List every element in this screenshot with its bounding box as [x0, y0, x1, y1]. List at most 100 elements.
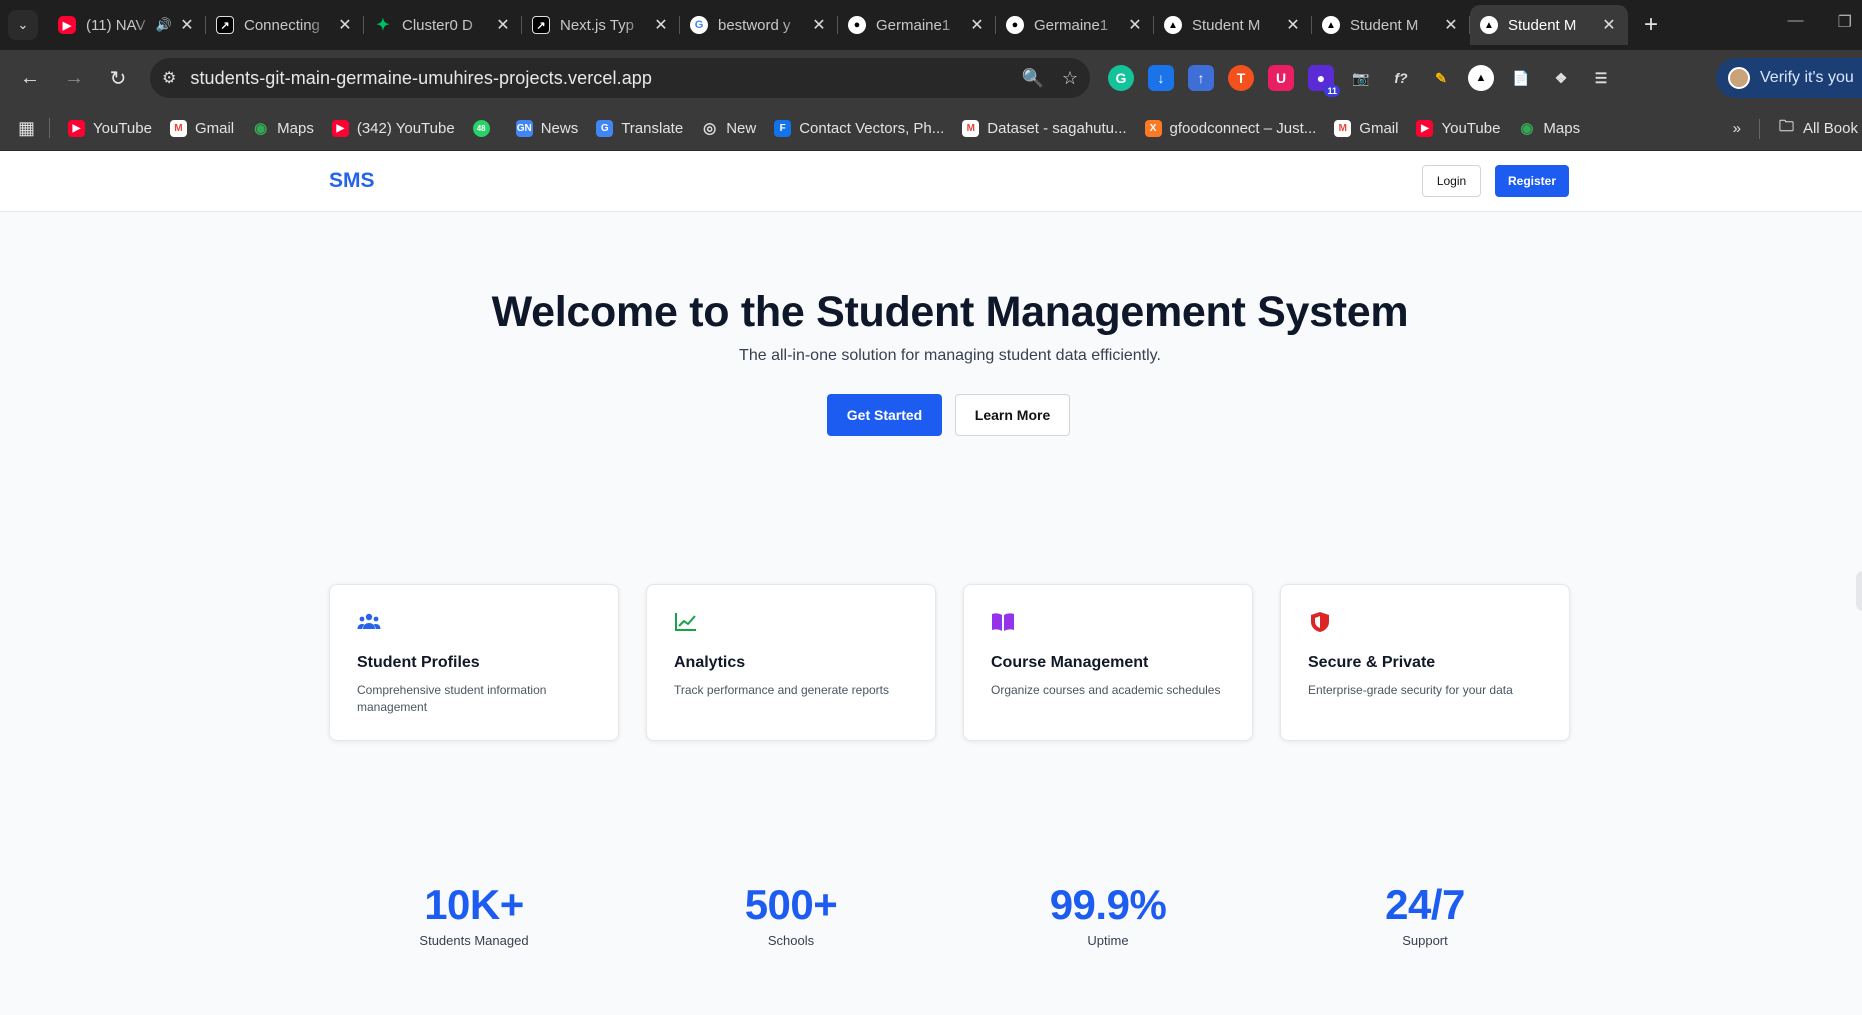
close-icon[interactable]: ✕ — [336, 15, 354, 35]
stat-label: Support — [1402, 933, 1448, 948]
tab-youtube[interactable]: ▶ (11) NAV 🔊 ✕ — [48, 5, 206, 45]
close-icon[interactable]: ✕ — [1126, 15, 1144, 35]
document-icon[interactable]: 📄 — [1508, 65, 1534, 91]
feature-description: Comprehensive student information manage… — [357, 683, 547, 714]
media-queue-icon[interactable]: ☰ — [1588, 65, 1614, 91]
feature-title: Student Profiles — [357, 654, 480, 671]
tab-search-button[interactable]: ⌄ — [8, 10, 38, 40]
globe-icon: ◎ — [703, 120, 717, 137]
web-page: SMS Login Register Welcome to the Studen… — [0, 151, 1862, 1015]
get-started-button[interactable]: Get Started — [827, 394, 942, 436]
upload-icon[interactable]: ↑ — [1188, 65, 1214, 91]
address-bar[interactable]: ⚙ students-git-main-germaine-umuhires-pr… — [150, 58, 1090, 98]
zoom-icon[interactable]: 🔍 — [1021, 68, 1043, 89]
ublock-icon[interactable]: U — [1268, 65, 1294, 91]
tab-vercel-1[interactable]: ▲ Student M ✕ — [1154, 5, 1312, 45]
new-tab-button[interactable]: + — [1636, 10, 1666, 40]
tab-github-1[interactable]: ● Germaine1 ✕ — [838, 5, 996, 45]
site-logo[interactable]: SMS — [329, 169, 375, 193]
all-bookmarks-folder[interactable]: 🗀 All Book — [1778, 118, 1858, 137]
close-icon[interactable]: ✕ — [178, 15, 196, 35]
gmail-icon: M — [169, 119, 187, 137]
back-button[interactable]: ← — [14, 62, 46, 94]
pen-icon[interactable]: ✎ — [1428, 65, 1454, 91]
extension-orange-icon[interactable]: T — [1228, 65, 1254, 91]
learn-more-button[interactable]: Learn More — [955, 394, 1070, 436]
whatsapp-badge: 48 — [476, 123, 486, 133]
feature-description: Enterprise-grade security for your data — [1308, 683, 1513, 697]
extension-badge-icon[interactable]: ● 11 — [1308, 65, 1340, 97]
restore-icon[interactable]: ❐ — [1838, 12, 1852, 32]
tab-vercel-active[interactable]: ▲ Student M ✕ — [1470, 5, 1628, 45]
bookmark-gfoodconnect[interactable]: Xgfoodconnect – Just... — [1144, 119, 1316, 137]
grammarly-icon[interactable]: G — [1108, 65, 1134, 91]
stat-value: 500+ — [744, 881, 838, 928]
tab-vercel-2[interactable]: ▲ Student M ✕ — [1312, 5, 1470, 45]
bookmark-gmail[interactable]: M Gmail — [169, 119, 234, 137]
bookmark-label: News — [540, 119, 579, 137]
whatsapp-icon: 48 — [472, 119, 490, 137]
scrollbar-handle[interactable] — [1856, 571, 1862, 611]
formula-icon[interactable]: f? — [1388, 65, 1414, 91]
close-icon[interactable]: ✕ — [810, 15, 828, 35]
bookmark-dataset[interactable]: M Dataset - sagahutu... — [962, 119, 1127, 137]
bookmark-maps[interactable]: ◉ Maps — [252, 120, 314, 138]
download-icon[interactable]: ↓ — [1148, 65, 1174, 91]
folder-icon: 🗀 — [1778, 118, 1794, 135]
site-info-icon[interactable]: ⚙ — [162, 68, 176, 88]
bookmark-news[interactable]: GN News — [515, 119, 579, 137]
camera-icon[interactable]: 📷 — [1348, 65, 1374, 91]
apps-grid-icon[interactable]: ▦ — [18, 118, 35, 139]
tab-google[interactable]: Gbestword y ✕ — [680, 5, 838, 45]
feature-card-student-profiles: Student Profiles Comprehensive student i… — [329, 584, 619, 741]
close-icon[interactable]: ✕ — [652, 15, 670, 35]
stat-value: 10K+ — [424, 881, 524, 928]
bookmark-youtube-2[interactable]: ▶ YouTube — [1416, 119, 1501, 137]
puzzle-icon[interactable]: ❖ — [1548, 65, 1574, 91]
bookmark-gmail-2[interactable]: M Gmail — [1334, 119, 1398, 137]
tab-title: Student M — [1350, 16, 1419, 34]
tab-title: Student M — [1192, 16, 1261, 34]
stat-schools: 500+ Schools — [646, 881, 936, 948]
verify-profile-button[interactable]: Verify it's you — [1716, 58, 1862, 98]
minimize-icon[interactable]: — — [1788, 12, 1804, 32]
gmail-icon: M — [962, 119, 980, 137]
bookmark-youtube-342[interactable]: ▶ (342) YouTube — [331, 119, 455, 137]
bookmark-new[interactable]: ◎ New — [701, 120, 756, 138]
close-icon[interactable]: ✕ — [494, 15, 512, 35]
bookmark-star-icon[interactable]: ☆ — [1062, 68, 1078, 89]
chevron-right-icon[interactable]: » — [1733, 120, 1741, 137]
stat-value: 24/7 — [1385, 881, 1465, 928]
vercel-extension-icon[interactable]: ▲ — [1468, 65, 1494, 91]
tab-nextjs[interactable]: ↗ Next.js Typ ✕ — [522, 5, 680, 45]
close-icon[interactable]: ✕ — [968, 15, 986, 35]
bookmark-freepik[interactable]: F Contact Vectors, Ph... — [774, 119, 944, 137]
tab-connecting[interactable]: ↗ Connecting ✕ — [206, 5, 364, 45]
bookmark-maps-2[interactable]: ◉ Maps — [1518, 120, 1580, 138]
close-icon[interactable]: ✕ — [1442, 15, 1460, 35]
all-bookmarks-label: All Book — [1802, 120, 1858, 137]
translate-icon: G — [596, 119, 614, 137]
vercel-triangle-icon: ▲ — [1164, 16, 1182, 34]
login-button[interactable]: Login — [1422, 165, 1481, 197]
register-button[interactable]: Register — [1495, 165, 1569, 197]
speaker-icon[interactable]: 🔊 — [156, 17, 172, 33]
external-box-icon: ↗ — [216, 16, 234, 34]
close-icon[interactable]: ✕ — [1284, 15, 1302, 35]
youtube-icon: ▶ — [58, 16, 76, 34]
tab-github-2[interactable]: ● Germaine1 ✕ — [996, 5, 1154, 45]
feature-title: Analytics — [674, 654, 746, 671]
shield-icon — [1311, 612, 1329, 632]
close-icon[interactable]: ✕ — [1600, 15, 1618, 35]
stat-students: 10K+ Students Managed — [329, 881, 619, 948]
forward-button[interactable]: → — [58, 62, 90, 94]
url-text[interactable]: students-git-main-germaine-umuhires-proj… — [190, 68, 1003, 89]
bookmark-translate[interactable]: G Translate — [596, 119, 683, 137]
bookmark-youtube[interactable]: ▶ YouTube — [68, 119, 152, 137]
tab-cluster0[interactable]: ✦ Cluster0 D ✕ — [364, 5, 522, 45]
stat-label: Uptime — [1087, 933, 1129, 948]
reload-button[interactable]: ↻ — [102, 62, 134, 94]
hero-title: Welcome to the Student Management System — [491, 288, 1409, 336]
bookmark-label: YouTube — [1441, 119, 1501, 137]
bookmark-whatsapp[interactable]: 48 — [472, 119, 498, 137]
